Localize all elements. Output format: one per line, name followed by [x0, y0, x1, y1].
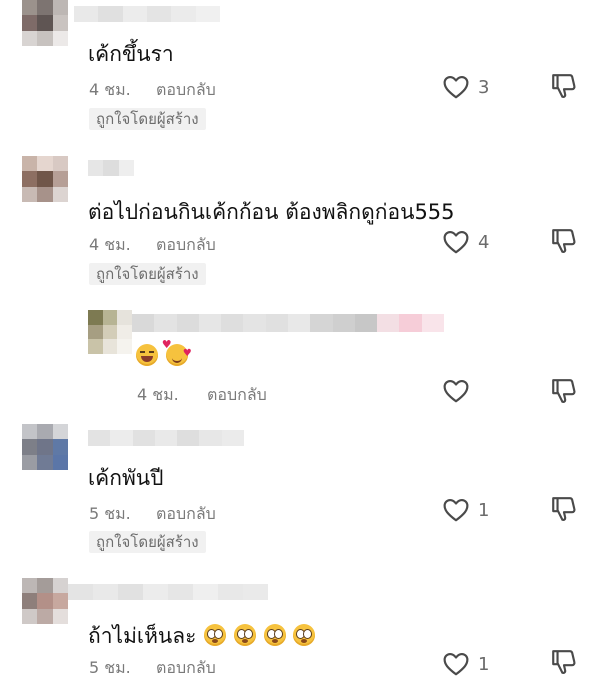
avatar-pixel — [22, 593, 38, 609]
username-pixel — [118, 584, 143, 600]
reply-button[interactable]: ตอบกลับ — [156, 656, 216, 681]
flushed-face-emoji — [293, 624, 316, 646]
avatar-pixel — [22, 578, 38, 594]
username-pixel — [218, 584, 243, 600]
thumbs-down-icon — [551, 650, 577, 680]
comment-text: ถ้าไม่เห็นละ — [88, 620, 316, 653]
flushed-face-emoji — [233, 624, 256, 646]
comment-time: 5 ชม. — [89, 658, 131, 677]
avatar-pixel — [37, 578, 53, 594]
comment-item: ถ้าไม่เห็นละ 5 ชม. ตอบกลับ 1 — [0, 0, 600, 678]
avatar-pixel — [37, 608, 53, 624]
flushed-face-emoji — [263, 624, 286, 646]
dislike-button[interactable] — [551, 648, 577, 680]
like-count: 1 — [478, 653, 490, 675]
username-pixel — [243, 584, 268, 600]
flushed-face-emoji — [204, 624, 227, 646]
username-pixel — [193, 584, 218, 600]
avatar-pixel — [52, 578, 68, 594]
username-pixel — [143, 584, 168, 600]
comment-text-body: ถ้าไม่เห็นละ — [88, 624, 197, 648]
username-blurred[interactable] — [68, 584, 268, 600]
like-button[interactable]: 1 — [443, 652, 489, 676]
avatar-pixel — [37, 593, 53, 609]
avatar-pixel — [52, 593, 68, 609]
username-pixel — [168, 584, 193, 600]
avatar[interactable] — [22, 578, 68, 624]
avatar-pixel — [52, 608, 68, 624]
username-pixel — [68, 584, 93, 600]
username-pixel — [93, 584, 118, 600]
heart-icon — [443, 652, 469, 676]
avatar-pixel — [22, 608, 38, 624]
